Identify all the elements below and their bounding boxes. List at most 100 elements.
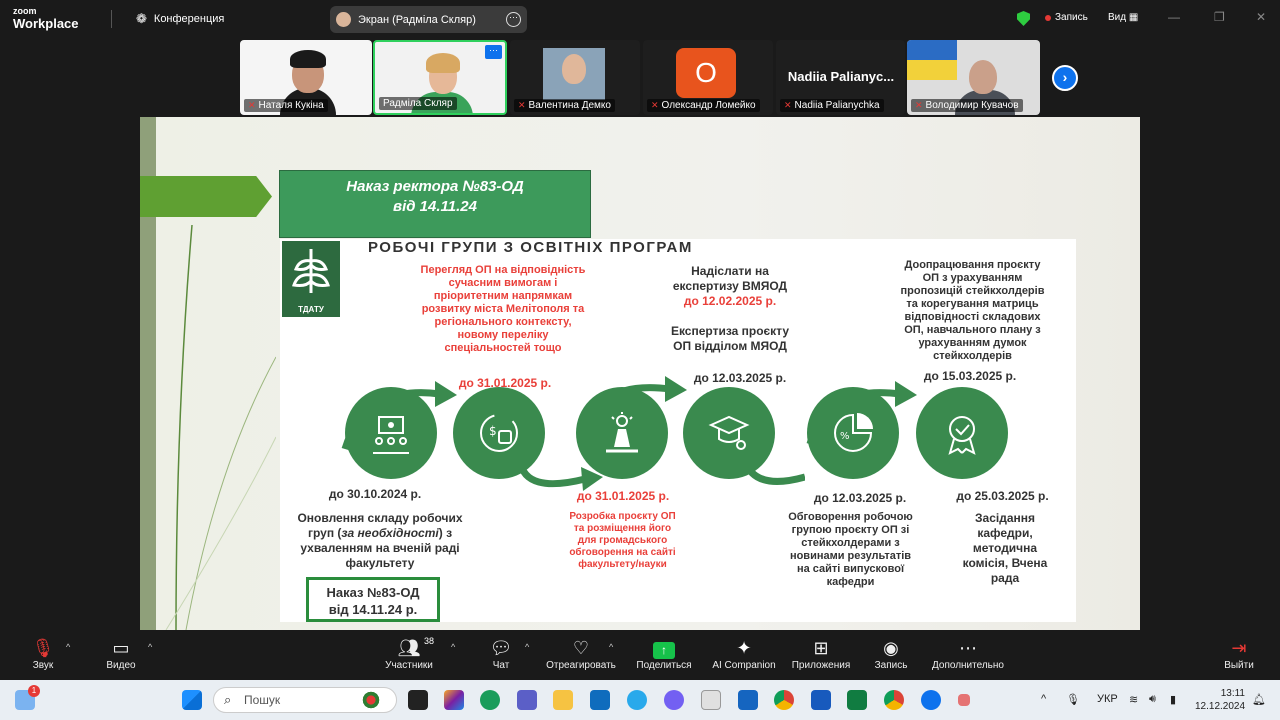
participant-tile[interactable]: O ✕ Олександр Ломейко <box>643 40 773 115</box>
wheat-icon <box>292 249 330 293</box>
chrome-icon[interactable] <box>774 690 794 710</box>
mic-off-icon: ✕ <box>915 100 923 110</box>
notification-badge: 1 <box>28 685 40 697</box>
security-shield-icon[interactable] <box>1017 11 1030 26</box>
shared-screen: Наказ ректора №83-ОД від 14.11.24 ТДАТУ … <box>140 117 1140 630</box>
search-icon: ⌕ <box>224 692 232 707</box>
divider <box>111 10 112 28</box>
participant-face <box>969 60 997 94</box>
more-options-icon[interactable]: ··· <box>506 12 521 27</box>
record-button[interactable]: ◉ Запись <box>851 636 931 671</box>
more-button[interactable]: ⋯ Дополнительно <box>928 636 1008 671</box>
participant-tile[interactable]: ✕ Наталя Кукіна <box>240 40 372 115</box>
telegram-icon[interactable] <box>627 690 647 710</box>
zoom-top-bar: zoom Workplace ❁ Конференция Экран (Радм… <box>0 0 1280 38</box>
audio-button[interactable]: 🎙︎ Звук <box>3 636 83 671</box>
paw-icon: ❁ <box>136 11 147 26</box>
share-screen-button[interactable]: ↑ Поделиться <box>624 636 704 671</box>
exit-icon: ⇥ <box>1231 638 1247 658</box>
deadline-bottom: до 12.03.2025 р. <box>813 491 907 505</box>
step-circle-expertise <box>683 387 775 479</box>
chat-options-caret[interactable]: ^ <box>525 642 529 652</box>
tray-expand-icon[interactable]: ^ <box>1041 693 1046 705</box>
teams-icon[interactable] <box>517 690 537 710</box>
viber-icon[interactable] <box>664 690 684 710</box>
meeting-text: Засідання кафедри, методична комісія, Вч… <box>962 511 1048 585</box>
zoom-app-icon[interactable] <box>921 690 941 710</box>
participant-tile[interactable]: Nadiia Palianyc... ✕ Nadiia Palianychka <box>776 40 905 115</box>
system-clock[interactable]: 13:11 12.12.2024 <box>1195 687 1245 713</box>
network-app-icon[interactable] <box>738 690 758 710</box>
discuss-text: Обговорення робочою групою проєкту ОП зі… <box>788 511 913 588</box>
order-box: Наказ №83-ОД від 14.11.24 р. <box>306 577 440 622</box>
participant-name: ✕ Олександр Ломейко <box>647 99 760 112</box>
screen-share-indicator[interactable]: Экран (Радміла Скляр) ··· <box>330 6 527 33</box>
svg-text:$: $ <box>489 424 497 438</box>
review-text: Перегляд ОП на відповідність сучасним ви… <box>420 264 586 354</box>
leave-button[interactable]: ⇥ Выйти <box>1199 636 1279 671</box>
step-circle-meeting <box>916 387 1008 479</box>
participants-options-caret[interactable]: ^ <box>451 642 455 652</box>
wifi-icon[interactable]: ≋ <box>1129 693 1138 706</box>
notifications-bell-icon[interactable]: 🔔︎ <box>1252 693 1266 706</box>
taskbar-search[interactable]: ⌕ Пошук <box>213 687 397 713</box>
step-circle-team <box>345 387 437 479</box>
deadline-bottom: до 30.10.2024 р. <box>328 487 422 501</box>
copilot-icon[interactable] <box>444 690 464 710</box>
task-view-icon[interactable] <box>408 690 428 710</box>
participant-tile[interactable]: ✕ Володимир Кувачов <box>907 40 1040 115</box>
title-arrow <box>140 176 272 217</box>
meeting-toolbar: 🎙︎ Звук ^ ▭ Видео ^ 👥︎ Участники 38 ^ 💬︎… <box>0 630 1280 680</box>
video-options-caret[interactable]: ^ <box>148 642 152 652</box>
sparkle-icon: ✦ <box>736 638 752 658</box>
chatgpt-icon[interactable] <box>701 690 721 710</box>
excel-icon[interactable] <box>847 690 867 710</box>
record-circle-icon: ◉ <box>883 638 899 658</box>
participant-name: ✕ Володимир Кувачов <box>911 99 1023 112</box>
view-menu[interactable]: Вид ▦ <box>1108 12 1138 23</box>
ai-companion-button[interactable]: ✦ AI Companion <box>704 636 784 671</box>
apps-button[interactable]: ⊞ Приложения <box>781 636 861 671</box>
participants-button[interactable]: 👥︎ Участники <box>369 636 449 671</box>
mic-off-icon: ✕ <box>518 100 526 110</box>
snip-icon[interactable] <box>958 694 970 706</box>
word-icon[interactable] <box>811 690 831 710</box>
share-up-arrow-icon: ↑ <box>653 642 675 659</box>
battery-icon[interactable]: ▮ <box>1170 693 1176 706</box>
close-icon[interactable]: ✕ <box>1256 10 1266 24</box>
meeting-menu[interactable]: ❁ Конференция <box>136 11 224 27</box>
audio-options-caret[interactable]: ^ <box>66 642 70 652</box>
mic-tray-icon[interactable]: 🎙︎ <box>1066 693 1080 706</box>
poinsettia-icon <box>360 690 382 710</box>
participant-tile-active-speaker[interactable]: ··· Радміла Скляр <box>373 40 507 115</box>
develop-text: Розробка проєкту ОП та розміщення його д… <box>569 511 676 570</box>
participant-tile[interactable]: ✕ Валентина Демко <box>510 40 640 115</box>
minimize-icon[interactable]: — <box>1168 10 1180 24</box>
flag-background <box>907 40 957 80</box>
chrome-profile-icon[interactable] <box>884 690 904 710</box>
pie-percent-icon: % <box>834 413 873 452</box>
deadline-bottom: до 25.03.2025 р. <box>956 489 1049 503</box>
edge-icon[interactable] <box>480 690 500 710</box>
start-icon[interactable] <box>182 690 202 710</box>
react-options-caret[interactable]: ^ <box>609 642 613 652</box>
recording-indicator[interactable]: Запись <box>1045 12 1088 23</box>
recording-dot-icon <box>1045 14 1051 21</box>
order-title-box: Наказ ректора №83-ОД від 14.11.24 <box>279 170 591 238</box>
next-participants-button[interactable]: › <box>1052 65 1078 91</box>
maximize-icon[interactable]: ❐ <box>1214 10 1225 24</box>
outlook-icon[interactable] <box>590 690 610 710</box>
step-circle-discuss: % <box>807 387 899 479</box>
participants-count: 38 <box>424 636 435 646</box>
participant-name: ✕ Наталя Кукіна <box>244 99 328 112</box>
language-indicator[interactable]: УКР <box>1097 693 1118 705</box>
expertise-text: Експертиза проєкту ОП відділом МЯОД <box>670 324 790 353</box>
tile-options-icon[interactable]: ··· <box>485 45 502 59</box>
money-cycle-icon: $ <box>480 414 518 452</box>
send-expertise-text: Надіслати на експертизу ВМЯОД до 12.02.2… <box>672 264 788 308</box>
file-explorer-icon[interactable] <box>553 690 573 710</box>
participant-hair <box>426 53 460 73</box>
volume-icon[interactable]: 🔊︎ <box>1149 693 1156 706</box>
tdatu-logo: ТДАТУ <box>282 241 340 317</box>
deadline-bottom: до 31.01.2025 р. <box>576 489 670 503</box>
